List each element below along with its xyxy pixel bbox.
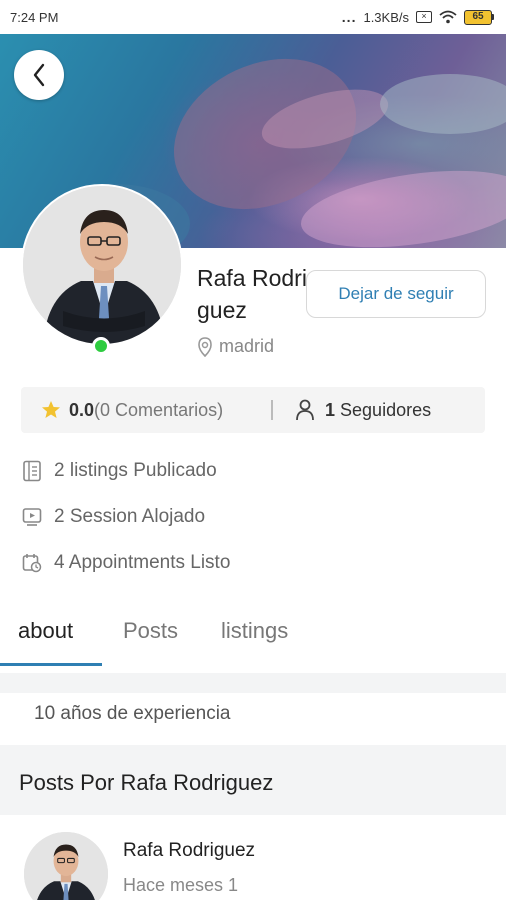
- battery-level: 65: [464, 9, 492, 25]
- location-pin-icon: [198, 336, 212, 357]
- location: madrid: [197, 336, 274, 357]
- tab-listings[interactable]: listings: [221, 618, 288, 644]
- session-icon: [22, 508, 42, 526]
- rating-value: 0.0: [69, 399, 95, 420]
- battery-icon: 65: [464, 9, 494, 25]
- status-icons: ... 1.3KB/s × 65: [342, 9, 494, 25]
- chevron-left-icon: [33, 63, 45, 87]
- post-time: Hace meses 1: [123, 875, 239, 895]
- posts-section-title: Posts Por Rafa Rodriguez: [19, 770, 274, 795]
- appointments-text: 4 Appointments Listo: [54, 552, 231, 573]
- section-divider: [0, 673, 506, 693]
- tab-posts[interactable]: Posts: [123, 618, 178, 644]
- stats-bar: 0.0 (0 Comentarios) 1 Seguidores: [21, 387, 485, 433]
- about-text: 10 años de experiencia: [34, 703, 231, 724]
- rating-stat: 0.0 (0 Comentarios): [21, 400, 271, 421]
- network-speed: 1.3KB/s: [363, 9, 409, 25]
- info-row-appointments: 4 Appointments Listo: [22, 552, 230, 574]
- followers-count: 1: [325, 399, 336, 420]
- comments-count: (0 Comentarios): [94, 399, 224, 420]
- profile-avatar: [21, 184, 183, 346]
- status-bar: 7:24 PM ... 1.3KB/s × 65: [0, 0, 506, 34]
- location-text: madrid: [219, 336, 275, 356]
- followers-label: Seguidores: [340, 399, 432, 420]
- status-time: 7:24 PM: [10, 9, 59, 25]
- online-status-dot: [92, 337, 110, 355]
- post-author-name[interactable]: Rafa Rodriguez: [123, 840, 255, 862]
- info-row-session: 2 Session Alojado: [22, 506, 205, 528]
- session-text: 2 Session Alojado: [54, 506, 206, 527]
- user-icon: [296, 399, 314, 421]
- followers-stat[interactable]: 1 Seguidores: [295, 399, 431, 421]
- info-row-listings: 2 listings Publicado: [22, 460, 217, 482]
- sim-off-icon: ×: [416, 11, 432, 23]
- unfollow-button[interactable]: Dejar de seguir: [306, 270, 486, 318]
- appointments-icon: [22, 554, 42, 573]
- stats-divider: [271, 400, 273, 420]
- tab-about[interactable]: about: [18, 618, 73, 644]
- active-tab-indicator: [0, 663, 102, 666]
- status-dots: ...: [341, 9, 357, 25]
- profile-name: Rafa Rodriguez: [197, 265, 307, 323]
- back-button[interactable]: [14, 50, 64, 100]
- star-icon: [42, 401, 60, 418]
- profile-tabs: about Posts listings: [0, 604, 506, 666]
- post-author-avatar[interactable]: [24, 832, 108, 900]
- listings-icon: [23, 460, 41, 482]
- listings-text: 2 listings Publicado: [54, 460, 217, 481]
- wifi-icon: [439, 10, 457, 24]
